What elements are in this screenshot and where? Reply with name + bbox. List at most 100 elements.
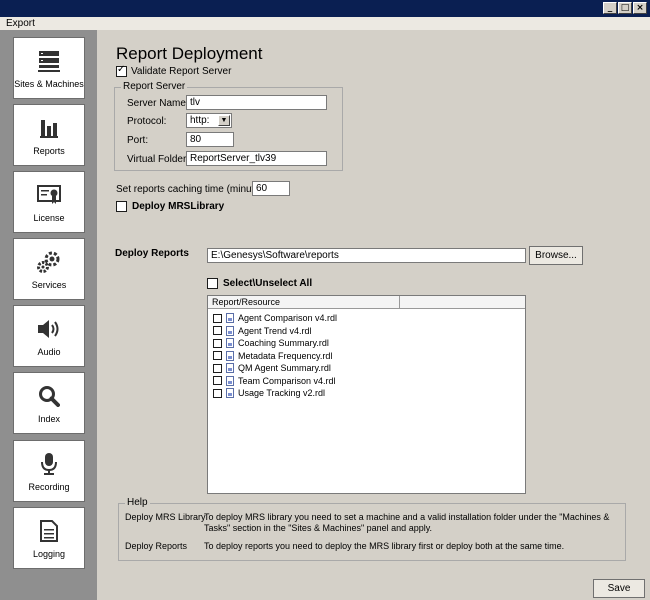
save-button[interactable]: Save [593, 579, 645, 598]
report-name: Usage Tracking v2.rdl [238, 388, 326, 398]
certificate-icon [34, 181, 64, 209]
port-label: Port: [127, 135, 149, 146]
bar-chart-icon [34, 114, 64, 142]
caching-label: Set reports caching time (minutes) [116, 184, 269, 195]
microphone-icon [34, 450, 64, 478]
list-item[interactable]: Team Comparison v4.rdl [213, 375, 336, 387]
reports-path-input[interactable]: E:\Genesys\Software\reports [207, 248, 526, 263]
report-name: Coaching Summary.rdl [238, 338, 329, 348]
validate-row: Validate Report Server [116, 64, 232, 77]
report-checkbox[interactable] [213, 388, 222, 398]
deploy-mrs-checkbox[interactable] [116, 201, 127, 212]
port-input[interactable]: 80 [186, 132, 234, 147]
sidebar-item-label: License [33, 213, 65, 223]
list-item[interactable]: Agent Trend v4.rdl [213, 325, 312, 337]
list-item[interactable]: Usage Tracking v2.rdl [213, 387, 325, 399]
sidebar-item-services[interactable]: Services [13, 238, 85, 300]
report-file-icon [226, 325, 234, 336]
list-item[interactable]: Metadata Frequency.rdl [213, 350, 332, 362]
window-controls: _ □ × [603, 2, 647, 14]
sidebar-item-label: Reports [33, 146, 65, 156]
chevron-down-icon: ▼ [218, 115, 230, 126]
main-panel: Report Deployment Validate Report Server… [97, 30, 650, 600]
title-bar: _ □ × [0, 0, 650, 17]
virtual-folder-label: Virtual Folder: [127, 154, 190, 165]
protocol-value: http: [190, 115, 210, 126]
gears-icon [34, 248, 64, 276]
server-name-input[interactable]: tlv [186, 95, 327, 110]
sidebar: Sites & Machines Reports License Service… [0, 30, 97, 600]
validate-label: Validate Report Server [131, 66, 232, 77]
speaker-icon [34, 315, 64, 343]
help-mrs-text-line1: To deploy MRS library you need to set a … [204, 512, 610, 522]
report-checkbox[interactable] [213, 351, 222, 360]
minimize-button[interactable]: _ [603, 2, 617, 14]
menu-export[interactable]: Export [6, 17, 35, 30]
list-item[interactable]: QM Agent Summary.rdl [213, 362, 331, 374]
deploy-mrs-label: Deploy MRSLibrary [132, 201, 225, 212]
column-header-empty [400, 296, 525, 309]
help-group-title: Help [125, 497, 150, 508]
report-name: Agent Comparison v4.rdl [238, 313, 338, 323]
deploy-reports-label: Deploy Reports [115, 248, 189, 259]
sidebar-item-sites-machines[interactable]: Sites & Machines [13, 37, 85, 99]
column-header-report[interactable]: Report/Resource [208, 296, 400, 309]
help-reports-text: To deploy reports you need to deploy the… [204, 541, 565, 551]
report-file-icon [226, 375, 234, 386]
virtual-folder-input[interactable]: ReportServer_tlv39 [186, 151, 327, 166]
select-all-row: Select\Unselect All [207, 278, 312, 289]
sidebar-item-label: Sites & Machines [14, 79, 84, 89]
sidebar-item-label: Recording [28, 482, 70, 492]
menu-bar: Export [0, 17, 650, 30]
help-mrs-label: Deploy MRS Library [125, 512, 206, 522]
sidebar-item-index[interactable]: Index [13, 372, 85, 434]
browse-button[interactable]: Browse... [529, 246, 583, 265]
server-name-label: Server Name: [127, 98, 189, 109]
deploy-mrs-row: Deploy MRSLibrary [116, 201, 224, 212]
report-name: Metadata Frequency.rdl [238, 350, 333, 361]
report-name: Agent Trend v4.rdl [238, 325, 312, 336]
help-reports-label: Deploy Reports [125, 541, 188, 551]
report-checkbox[interactable] [213, 313, 222, 323]
validate-checkbox[interactable] [116, 64, 127, 77]
help-mrs-text-line2: Tasks" section in the "Sites & Machines"… [204, 523, 433, 533]
sidebar-item-reports[interactable]: Reports [13, 104, 85, 166]
report-file-icon [226, 338, 234, 348]
protocol-select[interactable]: http: ▼ [186, 113, 232, 128]
report-checkbox[interactable] [213, 338, 222, 348]
select-all-checkbox[interactable] [207, 278, 218, 289]
list-item[interactable]: Agent Comparison v4.rdl [213, 312, 337, 324]
sidebar-item-label: Audio [37, 347, 61, 357]
list-header: Report/Resource [208, 296, 525, 309]
list-item[interactable]: Coaching Summary.rdl [213, 337, 329, 349]
sidebar-item-label: Services [31, 280, 67, 290]
close-button[interactable]: × [633, 2, 647, 14]
document-icon [34, 517, 64, 545]
report-server-group-title: Report Server [121, 81, 188, 92]
protocol-label: Protocol: [127, 116, 167, 127]
report-file-icon [226, 363, 234, 373]
report-checkbox[interactable] [213, 363, 222, 373]
report-name: QM Agent Summary.rdl [238, 363, 331, 373]
sidebar-item-logging[interactable]: Logging [13, 507, 85, 569]
page-title: Report Deployment [116, 44, 263, 63]
sidebar-item-license[interactable]: License [13, 171, 85, 233]
report-file-icon [226, 350, 234, 361]
select-all-label: Select\Unselect All [223, 278, 313, 289]
report-checkbox[interactable] [213, 326, 222, 335]
sidebar-item-audio[interactable]: Audio [13, 305, 85, 367]
report-server-group: Report Server Server Name: tlv Protocol:… [114, 81, 343, 171]
magnifier-icon [34, 382, 64, 410]
report-list[interactable]: Report/Resource Agent Comparison v4.rdl … [207, 295, 526, 494]
report-file-icon [226, 388, 234, 398]
report-name: Team Comparison v4.rdl [238, 375, 336, 386]
help-group: Help Deploy MRS Library To deploy MRS li… [118, 497, 626, 561]
report-file-icon [226, 313, 234, 323]
caching-input[interactable]: 60 [252, 181, 290, 196]
report-checkbox[interactable] [213, 376, 222, 385]
maximize-button[interactable]: □ [618, 2, 632, 14]
sidebar-item-label: Logging [32, 549, 66, 559]
server-icon [34, 47, 64, 75]
sidebar-item-label: Index [37, 414, 61, 424]
sidebar-item-recording[interactable]: Recording [13, 440, 85, 502]
